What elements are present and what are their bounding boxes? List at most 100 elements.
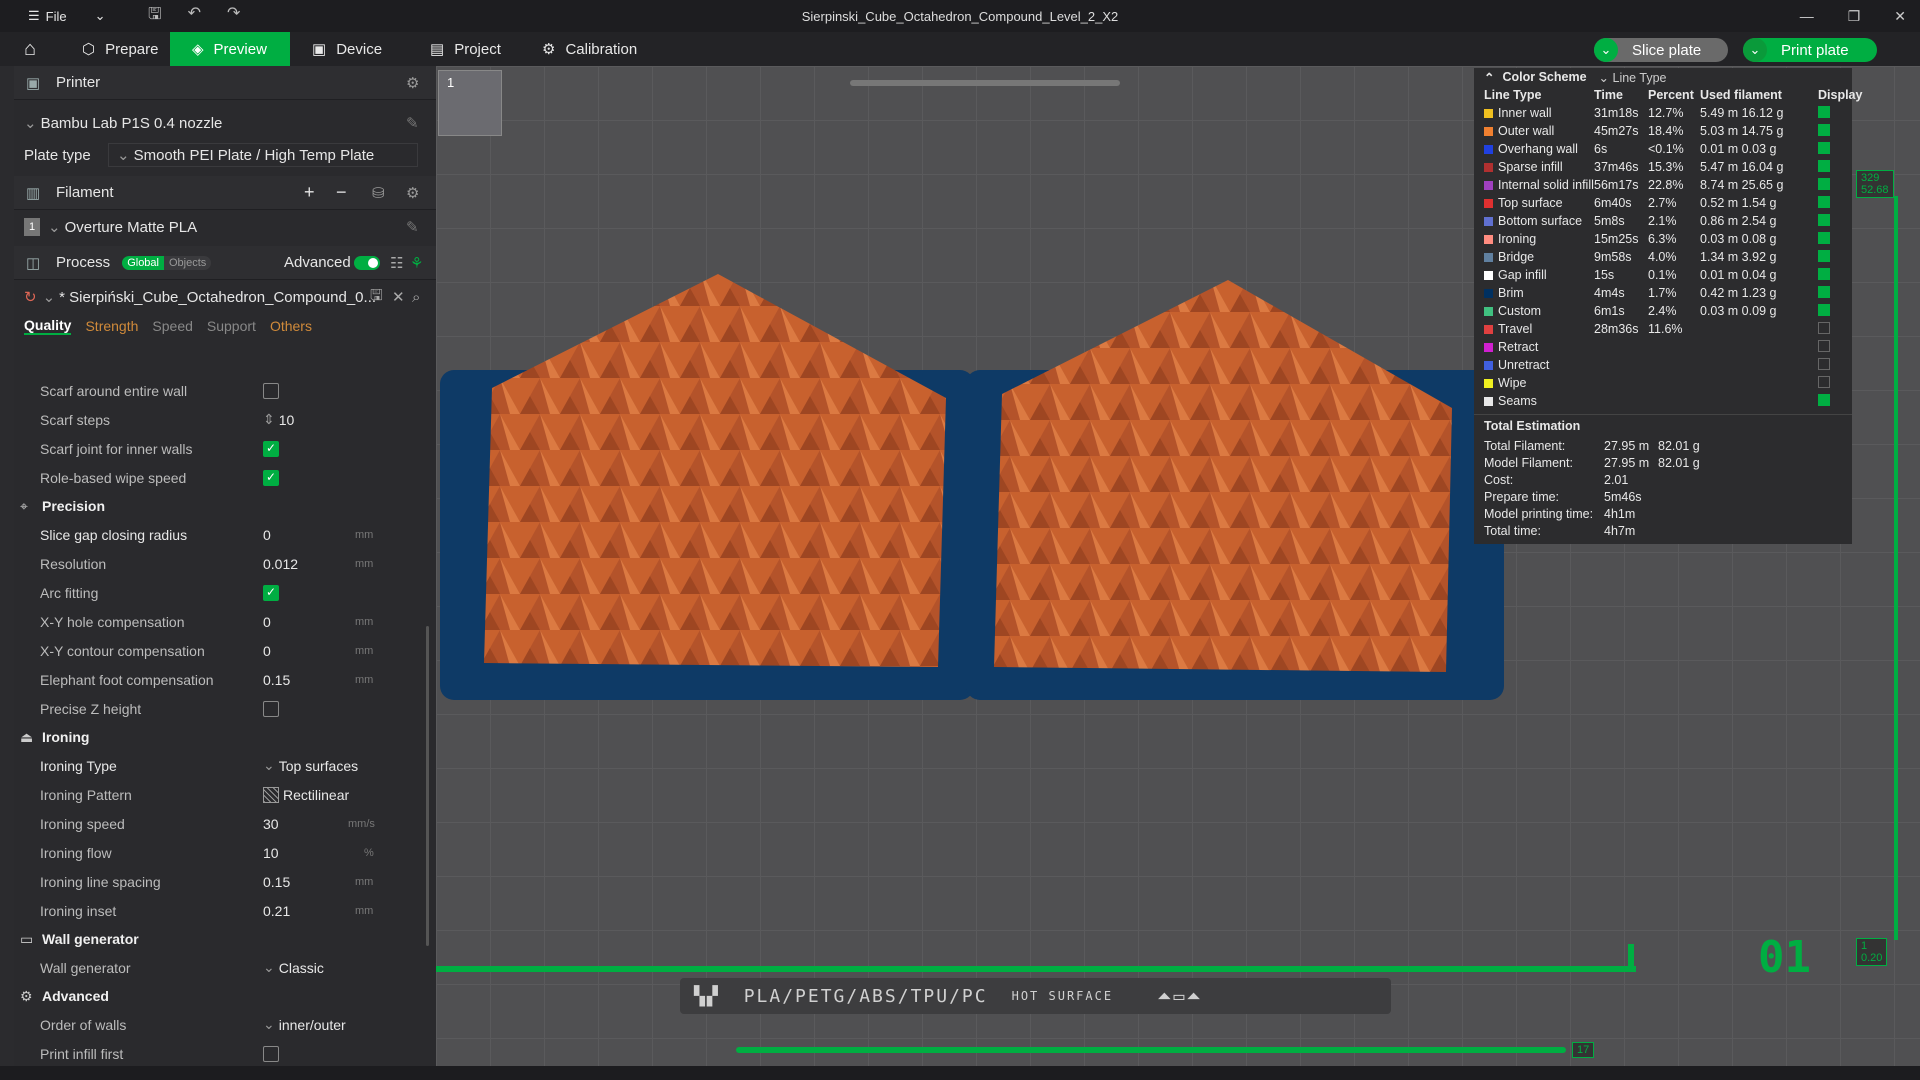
legend-line-type: Outer wall — [1474, 124, 1594, 138]
minimize-icon[interactable]: — — [1800, 8, 1814, 24]
order-walls-select[interactable]: ⌄ inner/outer — [263, 1014, 393, 1036]
search-icon[interactable]: ⌕ — [412, 289, 420, 306]
scarf-steps-input[interactable]: ⇕ 10 — [263, 409, 393, 431]
advanced-switch[interactable] — [354, 255, 380, 270]
arc-fitting-checkbox[interactable] — [263, 584, 279, 601]
reset-icon[interactable]: ↻ — [24, 288, 37, 306]
tab-others[interactable]: Others — [270, 318, 312, 334]
setting-row: Role-based wipe speed — [14, 463, 424, 492]
xy-hole-input[interactable]: 0 — [263, 611, 393, 633]
save-icon[interactable]: 🖫 — [148, 3, 162, 30]
display-checkbox[interactable] — [1818, 339, 1830, 352]
tab-calibration[interactable]: ⚙ Calibration — [520, 32, 660, 66]
xy-contour-input[interactable]: 0 — [263, 640, 393, 662]
edit-icon[interactable]: ✎ — [406, 114, 419, 132]
redo-icon[interactable]: ↷ — [227, 3, 240, 30]
print-plate-button[interactable]: ⌄ Print plate — [1743, 38, 1877, 62]
spinner-icon[interactable]: ⇕ — [263, 411, 275, 428]
tab-project[interactable]: ▤ Project — [408, 32, 520, 66]
display-checkbox[interactable] — [1818, 159, 1830, 172]
tab-strength[interactable]: Strength — [85, 318, 138, 334]
setting-label: Scarf steps — [40, 411, 111, 428]
compare-icon[interactable]: ⚘ — [410, 254, 423, 272]
display-checkbox[interactable] — [1818, 195, 1830, 208]
ironing-type-select[interactable]: ⌄ Top surfaces — [263, 755, 393, 777]
save-icon[interactable]: 🖫 — [370, 285, 383, 310]
plate-scrollbar[interactable] — [850, 80, 1120, 86]
elephant-foot-input[interactable]: 0.15 — [263, 669, 393, 691]
settings-icon[interactable]: ⚙ — [406, 184, 419, 202]
display-checkbox[interactable] — [1818, 357, 1830, 370]
display-checkbox[interactable] — [1818, 303, 1830, 316]
tab-speed[interactable]: Speed — [152, 318, 192, 334]
plate-type-label: Plate type — [24, 146, 91, 164]
ironing-pattern-select[interactable]: Rectilinear — [263, 784, 393, 806]
legend-row: Bottom surface 5m8s 2.1% 0.86 m 2.54 g — [1474, 212, 1852, 230]
estimation-value: 4h7m — [1604, 523, 1636, 538]
chevron-down-icon[interactable]: ⌄ — [1743, 38, 1767, 62]
ironing-inset-input[interactable]: 0.21 — [263, 900, 393, 922]
process-file-row[interactable]: ↻ ⌄ * Sierpiński_Cube_Octahedron_Compoun… — [14, 280, 436, 314]
display-checkbox[interactable] — [1818, 231, 1830, 244]
tab-support[interactable]: Support — [207, 318, 256, 334]
display-checkbox[interactable] — [1818, 213, 1830, 226]
wall-generator-select[interactable]: ⌄ Classic — [263, 957, 393, 979]
printer-select[interactable]: ⌄ Bambu Lab P1S 0.4 nozzle ✎ — [14, 106, 436, 140]
print-infill-checkbox[interactable] — [263, 1045, 279, 1062]
maximize-icon[interactable]: ❐ — [1848, 8, 1861, 25]
display-checkbox[interactable] — [1818, 267, 1830, 280]
close-icon[interactable]: ✕ — [1894, 8, 1906, 25]
setting-label: Scarf around entire wall — [40, 382, 188, 399]
estimation-value: 27.95 m — [1604, 438, 1650, 453]
home-button[interactable]: ⌂ — [0, 32, 60, 66]
objects-toggle[interactable]: Objects — [163, 255, 212, 270]
precise-z-checkbox[interactable] — [263, 700, 279, 717]
remove-icon[interactable]: − — [336, 182, 347, 203]
line-type-filament: 1.34 m 3.92 g — [1700, 250, 1777, 264]
file-menu[interactable]: ☰ File ⌄ — [0, 8, 120, 24]
global-toggle[interactable]: Global — [122, 255, 164, 270]
display-checkbox[interactable] — [1818, 321, 1830, 334]
display-checkbox[interactable] — [1818, 375, 1830, 388]
group-title: Wall generator — [42, 931, 139, 947]
move-slider[interactable] — [736, 1047, 1566, 1053]
display-checkbox[interactable] — [1818, 177, 1830, 190]
scarf-inner-checkbox[interactable] — [263, 440, 279, 457]
model-right[interactable] — [990, 276, 1460, 676]
display-checkbox[interactable] — [1818, 123, 1830, 136]
scrollbar[interactable] — [426, 626, 429, 946]
close-icon[interactable]: ✕ — [392, 288, 405, 306]
estimation-key: Total Filament: — [1484, 438, 1566, 453]
edit-icon[interactable]: ✎ — [406, 218, 419, 236]
resolution-input[interactable]: 0.012 — [263, 553, 393, 575]
tab-quality[interactable]: Quality — [24, 317, 72, 335]
display-checkbox[interactable] — [1818, 393, 1830, 406]
plate-thumbnail[interactable]: 1 — [438, 70, 502, 136]
tab-device[interactable]: ▣ Device — [290, 32, 408, 66]
ironing-spacing-input[interactable]: 0.15 — [263, 871, 393, 893]
color-scheme-select[interactable]: ⌄ Line Type — [1599, 70, 1667, 85]
undo-icon[interactable]: ↶ — [188, 3, 201, 30]
tab-preview[interactable]: ◈ Preview — [170, 32, 290, 66]
plate-type-select[interactable]: ⌄ Smooth PEI Plate / High Temp Plate — [108, 143, 418, 167]
role-wipe-checkbox[interactable] — [263, 469, 279, 486]
model-left[interactable] — [480, 270, 950, 670]
chevron-down-icon[interactable]: ⌄ — [1594, 38, 1618, 62]
slice-plate-button[interactable]: ⌄ Slice plate — [1594, 38, 1728, 62]
add-icon[interactable]: + — [304, 182, 315, 203]
filament-row[interactable]: 1 ⌄ Overture Matte PLA ✎ — [14, 210, 436, 244]
display-checkbox[interactable] — [1818, 141, 1830, 154]
collapse-icon[interactable]: ⌃ — [1484, 70, 1494, 85]
sync-icon[interactable]: ⛁ — [372, 184, 385, 202]
list-icon[interactable]: ☷ — [390, 254, 403, 272]
slice-gap-input[interactable]: 0 — [263, 524, 393, 546]
display-checkbox[interactable] — [1818, 105, 1830, 118]
display-checkbox[interactable] — [1818, 249, 1830, 262]
scarf-wall-checkbox[interactable] — [263, 382, 279, 399]
settings-icon[interactable]: ⚙ — [406, 74, 419, 92]
tab-prepare[interactable]: ⬡ Prepare — [60, 32, 170, 66]
display-checkbox[interactable] — [1818, 285, 1830, 298]
layer-slider[interactable] — [1894, 196, 1898, 940]
legend-line-type: Wipe — [1474, 376, 1594, 390]
layer-bottom-number: 1 — [1861, 940, 1868, 952]
